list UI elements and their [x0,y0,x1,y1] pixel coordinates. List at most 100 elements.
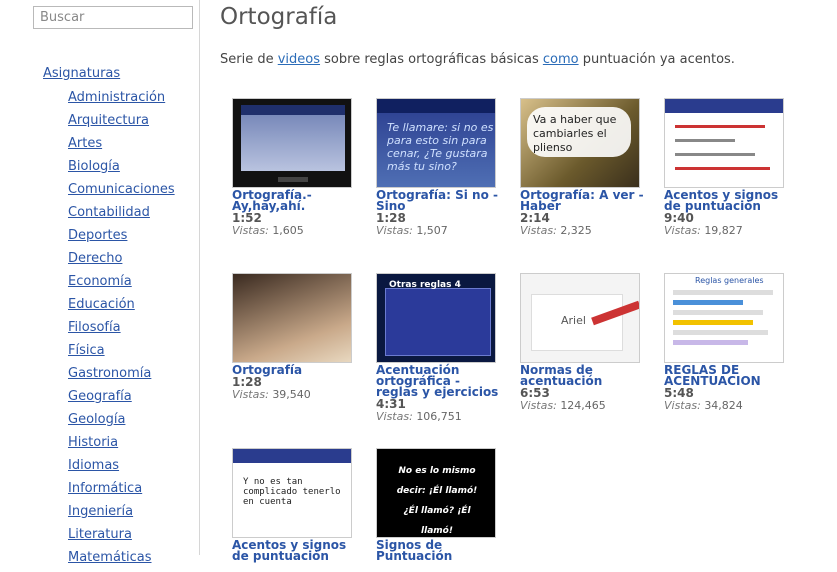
views-count: 124,465 [560,399,606,412]
video-views: Vistas: 124,465 [520,399,645,413]
subject-item: Biología [68,158,175,181]
video-views: Vistas: 106,751 [376,410,501,424]
subject-link[interactable]: Educación [68,297,135,312]
video-thumbnail[interactable] [664,98,784,188]
subject-link[interactable]: Literatura [68,527,132,542]
subject-link[interactable]: Filosofía [68,320,121,335]
views-count: 106,751 [416,410,462,423]
subject-link[interactable]: Comunicaciones [68,182,175,197]
thumbnail-text: Va a haber que cambiarles el plienso [533,113,617,154]
video-title-link[interactable]: REGLAS DE ACENTUACION [664,364,789,387]
views-label: Vistas: [376,224,413,237]
subject-link[interactable]: Artes [68,136,102,151]
thumbnail-art [675,167,770,170]
subject-link[interactable]: Física [68,343,105,358]
video-views: Vistas: 2,325 [520,224,645,238]
subject-item: Artes [68,135,175,158]
subject-item: Geografía [68,388,175,411]
video-thumbnail[interactable]: Y no es tan complicado tenerlo en cuenta [232,448,352,538]
video-thumbnail[interactable]: Te llamare: si no es para esto sin para … [376,98,496,188]
subject-link[interactable]: Idiomas [68,458,119,473]
video-views: Vistas: 1,507 [376,224,501,238]
subject-link[interactable]: Biología [68,159,120,174]
thumbnail-art [673,330,768,335]
subject-link[interactable]: Historia [68,435,118,450]
thumbnail-art [233,449,351,463]
video-thumbnail[interactable]: Va a haber que cambiarles el plienso [520,98,640,188]
video-title-link[interactable]: Signos de Puntuación [376,539,501,562]
video-card: Reglas generales REGLAS DE ACENTUACION 5… [664,273,789,413]
views-label: Vistas: [232,224,269,237]
thumbnail-text: Y no es tan complicado tenerlo en cuenta [243,477,341,507]
video-card: Te llamare: si no es para esto sin para … [376,98,501,238]
videos-link[interactable]: videos [278,52,320,67]
subject-link[interactable]: Economía [68,274,132,289]
video-thumbnail[interactable]: No es lo mismo decir: ¡Él llamó! ¿Él lla… [376,448,496,538]
video-views: Vistas: 19,827 [664,224,789,238]
subject-item: Matemáticas [68,549,175,572]
video-duration: 9:40 [664,211,694,225]
subject-item: Economía [68,273,175,296]
video-card: Acentos y signos de puntuación 9:40 Vist… [664,98,789,238]
thumbnail-art [673,300,743,305]
thumbnail-art [673,340,748,345]
video-thumbnail[interactable]: Otras reglas 4 [376,273,496,363]
video-thumbnail[interactable] [232,98,352,188]
video-thumbnail[interactable]: Ariel [520,273,640,363]
subjects-heading-link[interactable]: Asignaturas [43,66,120,81]
video-title-link[interactable]: Acentuación ortográfica - reglas y ejerc… [376,364,501,398]
subject-link[interactable]: Ingeniería [68,504,133,519]
subject-link[interactable]: Gastronomía [68,366,151,381]
video-title-link[interactable]: Ortografía.- Ay,hay,ahí. [232,189,357,212]
thumbnail-art [385,288,491,356]
subject-item: Física [68,342,175,365]
intro-text-part: Serie de [220,52,278,67]
video-title-link[interactable]: Acentos y signos de puntuación [232,539,357,562]
video-duration: 4:31 [376,397,406,411]
subject-item: Deportes [68,227,175,250]
thumbnail-art [675,125,765,128]
thumbnail-text: Otras reglas 4 [389,280,461,290]
video-card: Ortografía.- Ay,hay,ahí. 1:52 Vistas: 1,… [232,98,357,238]
search-input[interactable] [33,6,193,29]
views-label: Vistas: [376,410,413,423]
video-card: Va a haber que cambiarles el plienso Ort… [520,98,645,238]
subject-item: Geología [68,411,175,434]
thumbnail-art [278,177,308,182]
subject-item: Contabilidad [68,204,175,227]
views-label: Vistas: [232,388,269,401]
video-thumbnail[interactable]: Reglas generales [664,273,784,363]
video-thumbnail[interactable] [232,273,352,363]
views-count: 2,325 [560,224,592,237]
subject-link[interactable]: Contabilidad [68,205,150,220]
video-duration: 1:28 [232,375,262,389]
subject-item: Idiomas [68,457,175,480]
views-count: 34,824 [704,399,743,412]
subject-item: Filosofía [68,319,175,342]
subject-link[interactable]: Geografía [68,389,132,404]
subject-link[interactable]: Administración [68,90,165,105]
views-label: Vistas: [520,224,557,237]
thumbnail-art [377,99,495,113]
sidebar: Asignaturas Administración Arquitectura … [0,0,200,565]
video-title-link[interactable]: Normas de acentuación [520,364,645,387]
video-title-link[interactable]: Ortografía: A ver - Haber [520,189,645,212]
subject-item: Educación [68,296,175,319]
thumbnail-art [241,105,345,115]
subject-link[interactable]: Arquitectura [68,113,149,128]
video-title-link[interactable]: Ortografía: Si no - Sino [376,189,501,212]
como-link[interactable]: como [543,52,579,67]
video-title-link[interactable]: Acentos y signos de puntuación [664,189,789,212]
subject-link[interactable]: Deportes [68,228,127,243]
thumbnail-art [673,310,763,315]
intro-text-part: sobre reglas ortográficas básicas [320,52,543,67]
video-duration: 6:53 [520,386,550,400]
subject-link[interactable]: Derecho [68,251,122,266]
subject-link[interactable]: Informática [68,481,142,496]
subject-link[interactable]: Matemáticas [68,550,152,565]
video-duration: 2:14 [520,211,550,225]
views-count: 39,540 [272,388,311,401]
thumbnail-art [675,139,735,142]
subject-link[interactable]: Geología [68,412,125,427]
intro-text-part: puntuación ya acentos. [578,52,735,67]
